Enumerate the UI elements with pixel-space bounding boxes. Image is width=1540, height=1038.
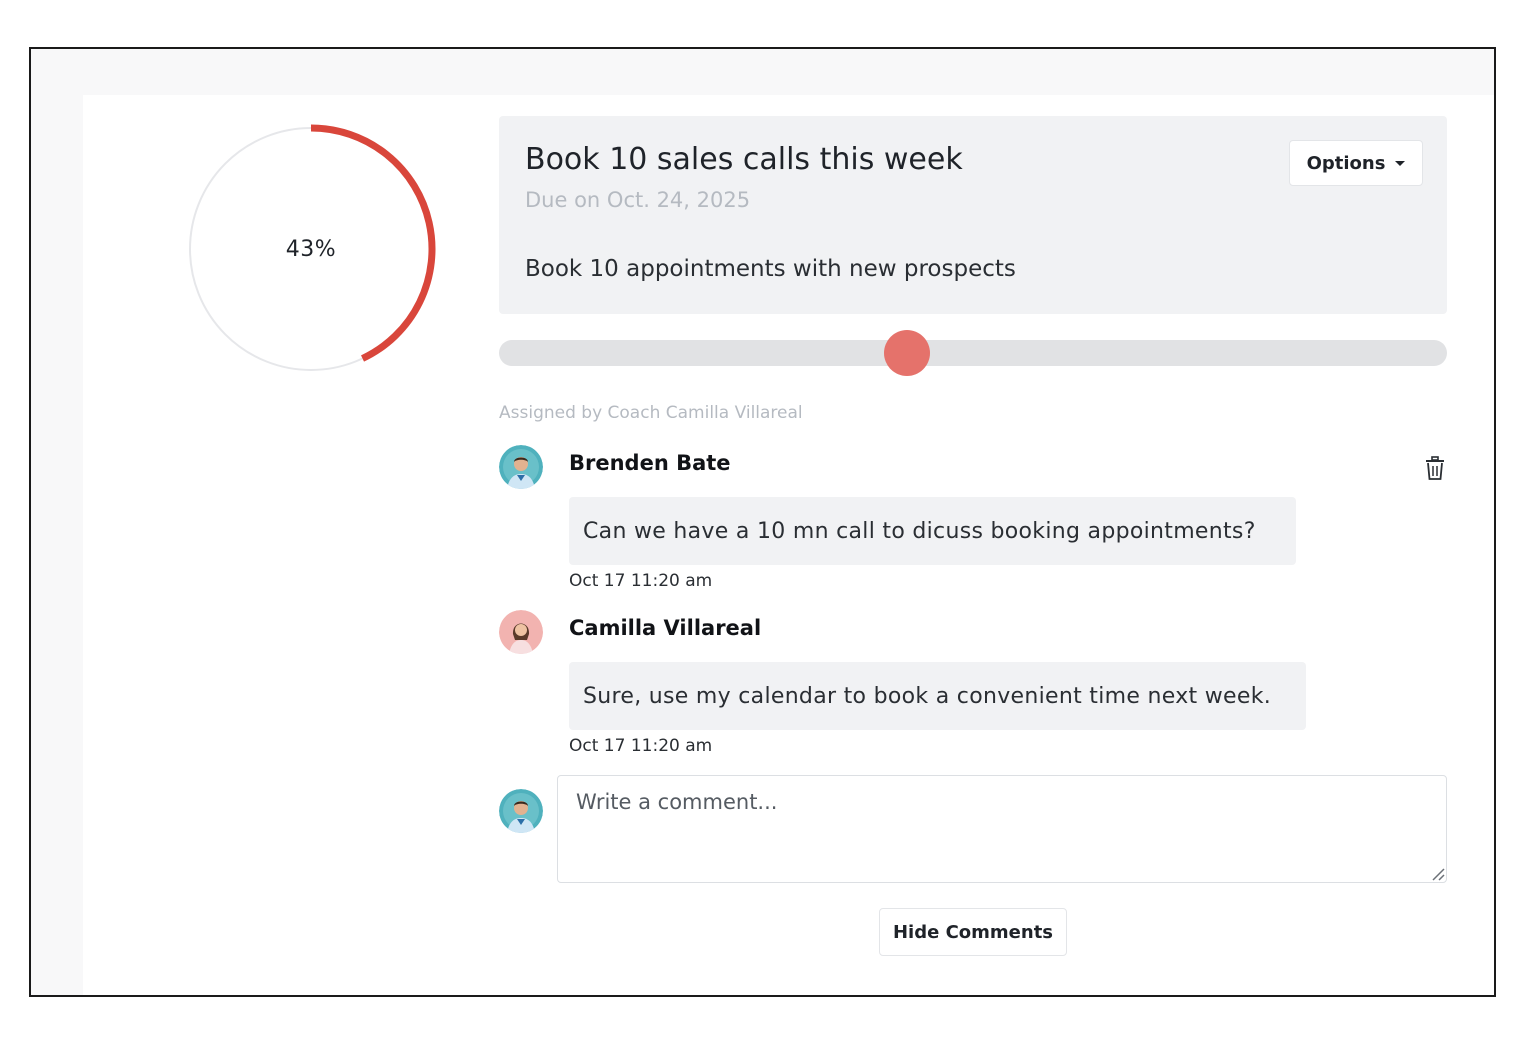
slider-thumb[interactable] <box>883 330 930 376</box>
progress-slider[interactable] <box>499 330 1447 376</box>
comment-text: Can we have a 10 mn call to dicuss booki… <box>569 497 1296 565</box>
hide-comments-button[interactable]: Hide Comments <box>879 908 1067 956</box>
assigned-by: Assigned by Coach Camilla Villareal <box>499 403 803 423</box>
comment-input[interactable] <box>557 775 1447 883</box>
male-avatar <box>499 445 543 489</box>
options-button[interactable]: Options <box>1289 140 1423 186</box>
progress-ring: 43% <box>185 123 437 375</box>
female-avatar <box>499 610 543 654</box>
goal-card: Book 10 sales calls this week Due on Oct… <box>499 116 1447 314</box>
chevron-down-icon <box>1395 160 1406 166</box>
current-user-avatar <box>499 789 543 833</box>
progress-percent: 43% <box>285 236 337 262</box>
options-label: Options <box>1306 152 1386 174</box>
app-frame: 43% Book 10 sales calls this week Due on… <box>29 47 1496 997</box>
goal-panel: 43% Book 10 sales calls this week Due on… <box>83 95 1494 995</box>
resize-grip-icon[interactable] <box>1431 867 1445 881</box>
slider-track[interactable] <box>499 340 1447 366</box>
comment-timestamp: Oct 17 11:20 am <box>569 736 713 756</box>
goal-description: Book 10 appointments with new prospects <box>525 256 1016 282</box>
goal-title: Book 10 sales calls this week <box>525 142 963 177</box>
comment-text: Sure, use my calendar to book a convenie… <box>569 662 1306 730</box>
goal-due-date: Due on Oct. 24, 2025 <box>525 188 751 212</box>
comment-timestamp: Oct 17 11:20 am <box>569 571 713 591</box>
comment-author: Camilla Villareal <box>569 616 762 640</box>
trash-icon[interactable] <box>1423 455 1447 481</box>
comment-author: Brenden Bate <box>569 451 731 475</box>
